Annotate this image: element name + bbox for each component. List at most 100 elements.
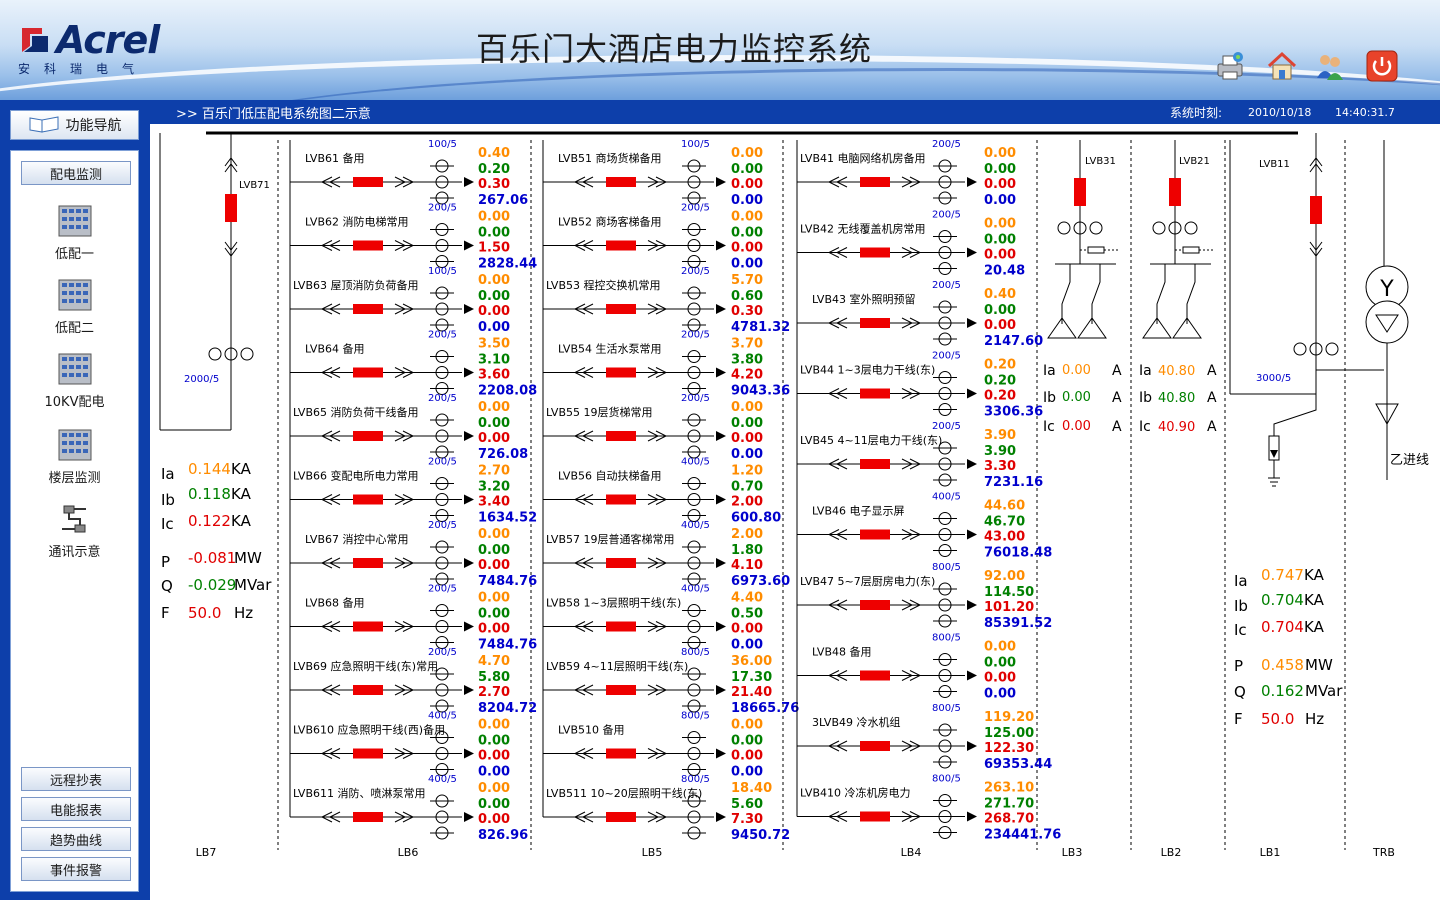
feeder-breaker[interactable] <box>353 177 383 187</box>
breaker-lvb31[interactable] <box>1074 178 1086 206</box>
feeder-breaker[interactable] <box>860 529 890 540</box>
feeder-breaker[interactable] <box>860 741 890 751</box>
feeder-breaker[interactable] <box>860 247 890 258</box>
breaker-lvb71[interactable] <box>225 194 237 222</box>
sidebar-item-lowvoltage-1[interactable]: 低配一 <box>11 205 138 262</box>
feeder-breaker[interactable] <box>353 685 383 695</box>
trend-curve-button[interactable]: 趋势曲线 <box>21 827 131 851</box>
feeder-row[interactable]: LVB67 消控中心常用200/50.000.000.007484.76 <box>290 520 537 589</box>
breaker-lvb21[interactable] <box>1169 178 1181 206</box>
feeder-breaker[interactable] <box>606 304 636 314</box>
feeder-ib: 114.50 <box>984 585 1034 600</box>
cabinet-label-lb3: LB3 <box>1062 846 1083 859</box>
feeder-breaker[interactable] <box>353 367 383 378</box>
feeder-breaker[interactable] <box>860 459 890 469</box>
feeder-row[interactable]: LVB52 商场客梯备用200/50.000.000.000.00 <box>543 203 763 272</box>
feeder-breaker[interactable] <box>353 812 383 822</box>
ia-label: Ia <box>161 465 175 483</box>
section-distribution-monitor[interactable]: 配电监测 <box>21 161 131 185</box>
feeder-breaker[interactable] <box>606 558 636 568</box>
feeder-breaker[interactable] <box>353 431 383 441</box>
feeder-breaker[interactable] <box>860 177 890 187</box>
feeder-energy: 726.08 <box>478 447 528 462</box>
feeder-row[interactable]: LVB55 19层货梯常用200/50.000.000.000.00 <box>543 393 763 462</box>
feeder-ia: 44.60 <box>984 499 1025 514</box>
feeder-ib: 0.00 <box>731 416 763 431</box>
feeder-breaker[interactable] <box>353 748 383 759</box>
feeder-row[interactable]: LVB68 备用200/50.000.000.007484.76 <box>290 584 537 653</box>
feeder-breaker[interactable] <box>353 304 383 314</box>
feeder-breaker[interactable] <box>606 367 636 378</box>
feeder-row[interactable]: LVB45 4~11层电力干线(东)200/53.903.903.307231.… <box>797 421 1043 490</box>
feeder-breaker[interactable] <box>860 318 890 328</box>
feeder-breaker[interactable] <box>606 748 636 759</box>
feeder-row[interactable]: LVB59 4~11层照明干线(东)800/5 36.0017.3021.4018… <box>543 647 799 716</box>
feeder-breaker[interactable] <box>606 240 636 251</box>
feeder-row[interactable]: LVB47 5~7层厨房电力(东) 800/5 92.00114.50101.208… <box>797 562 1052 631</box>
feeder-row[interactable]: LVB57 19层普通客梯常用 400/5 2.001.804.106973.60 <box>543 520 790 589</box>
feeder-name: LVB410 冷冻机房电力 <box>800 786 910 800</box>
function-nav-button[interactable]: 功能导航 <box>10 110 139 140</box>
feeder-row[interactable]: LVB46 电子显示屏 400/5 44.6046.7043.0076018.48 <box>797 492 1052 561</box>
feeder-breaker[interactable] <box>353 558 383 568</box>
feeder-row[interactable]: LVB610 应急照明干线(西)备用400/50.000.000.000.00 <box>290 711 510 780</box>
feeder-row[interactable]: LVB65 消防负荷干线备用200/50.000.000.00726.08 <box>290 393 528 462</box>
sidebar-item-communication[interactable]: 通讯示意 <box>11 503 138 560</box>
feeder-breaker[interactable] <box>353 621 383 632</box>
feeder-row[interactable]: LVB43 室外照明预留200/50.400.000.002147.60 <box>797 280 1043 349</box>
feeder-row[interactable]: LVB511 10~20层照明干线(东)800/5 18.405.607.3094… <box>543 774 790 843</box>
feeder-row[interactable]: LVB61 备用 100/5 0.400.200.30267.06 <box>290 139 528 208</box>
feeder-row[interactable]: LVB58 1~3层照明干线(东)400/54.400.500.000.00 <box>543 584 763 653</box>
feeder-breaker[interactable] <box>860 388 890 399</box>
home-icon[interactable] <box>1266 50 1298 82</box>
feeder-ct-ratio: 800/5 <box>932 562 961 573</box>
feeder-row[interactable]: LVB41 电脑网络机房备用200/50.000.000.000.00 <box>797 139 1016 208</box>
feeder-row[interactable]: LVB64 备用 200/5 3.503.103.602208.08 <box>290 330 537 399</box>
feeder-breaker[interactable] <box>860 670 890 681</box>
feeder-breaker[interactable] <box>606 177 636 187</box>
feeder-breaker[interactable] <box>606 621 636 632</box>
feeder-row[interactable]: LVB48 备用800/50.000.000.000.00 <box>797 633 1016 702</box>
feeder-breaker[interactable] <box>606 494 636 505</box>
feeder-row[interactable]: LVB51 商场货梯备用100/50.000.000.000.00 <box>543 139 763 208</box>
breaker-lvb11[interactable] <box>1310 196 1322 224</box>
feeder-breaker[interactable] <box>606 812 636 822</box>
feeder-row[interactable]: LVB510 备用800/50.000.000.000.00 <box>543 711 763 780</box>
feeder-row[interactable]: LVB410 冷冻机房电力 800/5 263.10271.70268.702344… <box>797 774 1061 843</box>
feeder-row[interactable]: LVB53 程控交换机常用 200/5 5.700.600.304781.32 <box>543 266 790 335</box>
lb1-ic-value: 0.704 <box>1261 618 1304 636</box>
feeder-breaker[interactable] <box>353 240 383 251</box>
feeder-breaker[interactable] <box>353 494 383 505</box>
feeder-breaker[interactable] <box>860 811 890 822</box>
feeder-row[interactable]: LVB56 自动扶梯备用 400/5 1.200.702.00600.80 <box>543 457 781 526</box>
feeder-row[interactable]: LVB42 无线覆盖机房常用200/50.000.000.0020.48 <box>797 210 1025 279</box>
feeder-breaker[interactable] <box>606 431 636 441</box>
feeder-ct-ratio: 200/5 <box>681 266 710 277</box>
feeder-ia: 0.00 <box>731 146 763 161</box>
feeder-ic: 0.00 <box>731 177 763 192</box>
energy-report-button[interactable]: 电能报表 <box>21 797 131 821</box>
feeder-row[interactable]: LVB611 消防、喷淋泵常用400/50.000.000.00826.96 <box>290 774 528 843</box>
feeder-row[interactable]: LVB62 消防电梯常用200/50.000.001.502828.44 <box>290 203 537 272</box>
feeder-row[interactable]: LVB44 1~3层电力干线(东)200/50.200.200.203306.3… <box>797 351 1043 420</box>
printer-icon[interactable] <box>1214 50 1246 82</box>
feeder-ia: 4.70 <box>478 654 510 669</box>
feeder-ct-ratio: 200/5 <box>932 139 961 150</box>
feeder-breaker[interactable] <box>606 685 636 695</box>
p-label: P <box>161 553 170 571</box>
feeder-row[interactable]: LVB63 屋顶消防负荷备用100/50.000.000.000.00 <box>290 266 510 335</box>
remote-meter-button[interactable]: 远程抄表 <box>21 767 131 791</box>
feeder-ct-ratio: 400/5 <box>681 520 710 531</box>
users-icon[interactable] <box>1314 50 1346 82</box>
sidebar-item-floor-monitor[interactable]: 楼层监测 <box>11 429 138 486</box>
feeder-row[interactable]: LVB66 变配电所电力常用 200/5 2.703.203.401634.52 <box>290 457 537 526</box>
feeder-breaker[interactable] <box>860 600 890 610</box>
feeder-row[interactable]: 3LVB49 冷水机组 800/5 119.20125.00122.3069353.… <box>797 703 1052 772</box>
feeder-row[interactable]: LVB54 生活水泵常用 200/5 3.703.804.209043.36 <box>543 330 790 399</box>
power-icon[interactable] <box>1366 50 1398 82</box>
feeder-row[interactable]: LVB69 应急照明干线(东)常用200/5 4.705.802.708204.7… <box>290 647 537 716</box>
feeder-ct-ratio: 100/5 <box>681 139 710 150</box>
event-alarm-button[interactable]: 事件报警 <box>21 857 131 881</box>
sidebar-item-lowvoltage-2[interactable]: 低配二 <box>11 279 138 336</box>
sidebar-item-10kv[interactable]: 10KV配电 <box>11 353 138 410</box>
